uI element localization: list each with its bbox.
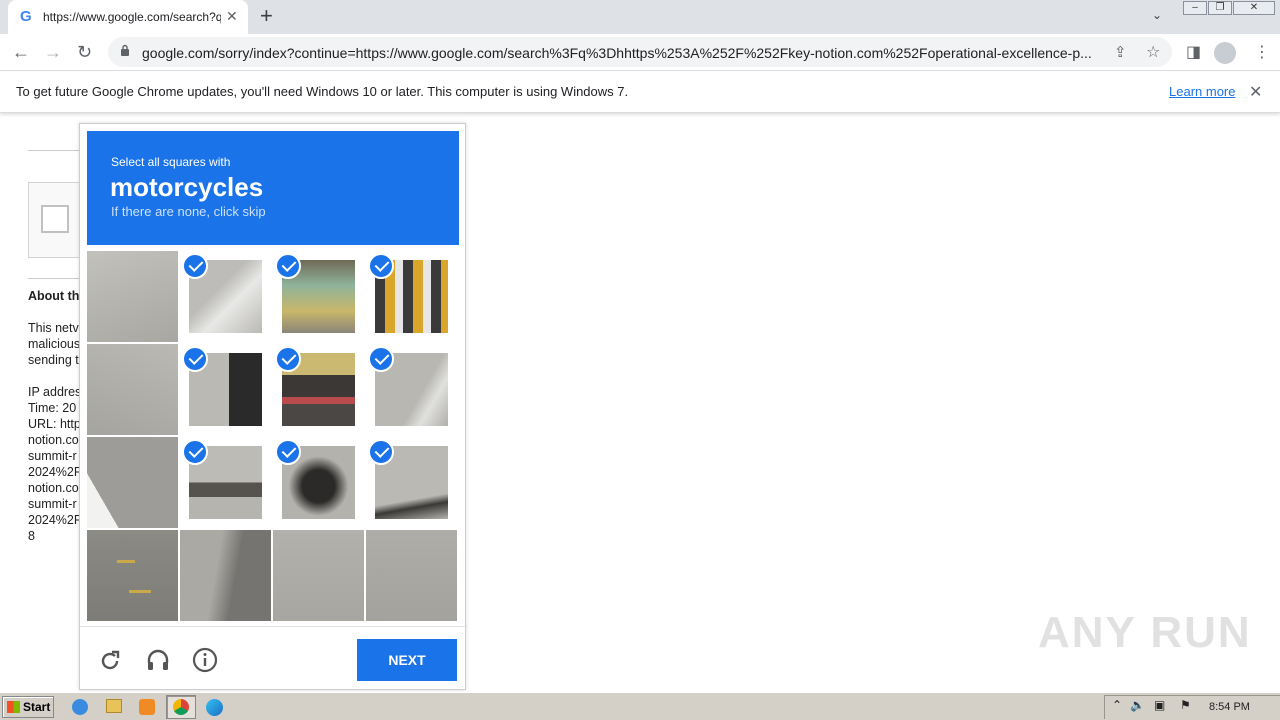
lock-icon	[121, 44, 129, 56]
network-icon[interactable]: ▣	[1154, 698, 1165, 712]
page-text-line: Time: 20	[28, 401, 77, 415]
file-explorer-icon[interactable]	[106, 699, 122, 713]
update-infobar: To get future Google Chrome updates, you…	[0, 72, 1280, 113]
internet-explorer-icon[interactable]	[72, 699, 88, 715]
anyrun-watermark: ANY RUN	[1038, 608, 1252, 657]
start-label: Start	[23, 700, 51, 714]
grid-tile-10[interactable]	[180, 437, 271, 528]
chrome-icon	[173, 699, 189, 715]
tray-expand-icon[interactable]: ⌃	[1112, 698, 1122, 712]
selected-check-icon	[368, 253, 394, 279]
grid-tile-4[interactable]	[366, 251, 457, 342]
info-icon[interactable]	[192, 647, 218, 673]
url-text: google.com/sorry/index?continue=https://…	[142, 45, 1092, 61]
restore-button[interactable]: ❐	[1208, 1, 1232, 15]
selected-check-icon	[275, 439, 301, 465]
windows-flag-icon	[7, 701, 20, 713]
chrome-taskbar-button[interactable]	[166, 695, 196, 719]
selected-check-icon	[275, 253, 301, 279]
page-text-line: sending t	[28, 353, 79, 367]
page-text-line: IP addres	[28, 385, 82, 399]
page-text-line: 2024%2F	[28, 465, 82, 479]
grid-tile-16[interactable]	[366, 530, 457, 621]
page-text-line: notion.co	[28, 481, 79, 495]
grid-tile-7[interactable]	[273, 344, 364, 435]
challenge-instruction: Select all squares with	[111, 155, 231, 169]
window-close-button[interactable]: ✕	[1233, 1, 1275, 15]
page-text-line: This netv	[28, 321, 79, 335]
page-text-line: 2024%2F	[28, 513, 82, 527]
recaptcha-checkbox[interactable]	[41, 205, 69, 233]
start-button[interactable]: Start	[2, 696, 54, 718]
page-text-line: notion.co	[28, 433, 79, 447]
selected-check-icon	[368, 439, 394, 465]
minimize-button[interactable]: –	[1183, 1, 1207, 15]
grid-tile-13[interactable]	[87, 530, 178, 621]
browser-tab[interactable]: G https://www.google.com/search?q= ✕	[8, 0, 248, 34]
side-panel-icon[interactable]: ◨	[1186, 42, 1201, 62]
page-text-line: URL: http	[28, 417, 81, 431]
recaptcha-challenge: Select all squares with motorcycles If t…	[79, 123, 467, 690]
challenge-grid	[87, 251, 459, 623]
challenge-hint: If there are none, click skip	[111, 204, 266, 219]
selected-check-icon	[182, 439, 208, 465]
grid-tile-8[interactable]	[366, 344, 457, 435]
browser-toolbar: ← → ↻ google.com/sorry/index?continue=ht…	[0, 34, 1280, 71]
profile-avatar[interactable]	[1214, 42, 1236, 64]
grid-tile-9[interactable]	[87, 437, 178, 528]
challenge-footer: NEXT	[80, 626, 467, 690]
google-favicon-icon: G	[20, 8, 32, 25]
tab-title: https://www.google.com/search?q=	[43, 10, 221, 24]
reload-icon[interactable]: ↻	[77, 42, 92, 62]
challenge-target: motorcycles	[110, 172, 264, 202]
forward-arrow-icon[interactable]: →	[44, 42, 62, 62]
grid-tile-1[interactable]	[87, 251, 178, 342]
challenge-header: Select all squares with motorcycles If t…	[87, 131, 459, 245]
grid-tile-12[interactable]	[366, 437, 457, 528]
windows-taskbar: Start ⌃ 🔈 ▣ ⚑ 8:54 PM	[0, 692, 1280, 720]
back-arrow-icon[interactable]: ←	[12, 42, 30, 62]
page-text-line: summit-r	[28, 497, 77, 511]
bookmark-star-icon[interactable]: ☆	[1146, 42, 1160, 62]
grid-tile-2[interactable]	[180, 251, 271, 342]
grid-tile-3[interactable]	[273, 251, 364, 342]
edge-icon[interactable]	[206, 699, 223, 716]
tab-close-icon[interactable]: ✕	[226, 8, 238, 25]
infobar-message: To get future Google Chrome updates, you…	[16, 84, 629, 99]
page-text-line: 8	[28, 529, 35, 543]
page-text-line: malicious	[28, 337, 81, 351]
learn-more-link[interactable]: Learn more	[1169, 84, 1235, 99]
menu-kebab-icon[interactable]: ⋮	[1254, 42, 1270, 62]
grid-tile-14[interactable]	[180, 530, 271, 621]
selected-check-icon	[182, 253, 208, 279]
new-tab-button[interactable]: +	[260, 4, 273, 28]
reload-challenge-icon[interactable]	[98, 649, 122, 673]
selected-check-icon	[275, 346, 301, 372]
selected-check-icon	[182, 346, 208, 372]
share-icon[interactable]: ⇪	[1114, 43, 1127, 61]
selected-check-icon	[368, 346, 394, 372]
about-heading: About th	[28, 289, 80, 303]
media-player-icon[interactable]	[139, 699, 155, 715]
grid-tile-6[interactable]	[180, 344, 271, 435]
grid-tile-5[interactable]	[87, 344, 178, 435]
audio-challenge-icon[interactable]	[145, 647, 171, 673]
next-button[interactable]: NEXT	[357, 639, 457, 681]
page-text-line: summit-r	[28, 449, 77, 463]
volume-icon[interactable]: 🔈	[1130, 698, 1145, 712]
grid-tile-11[interactable]	[273, 437, 364, 528]
grid-tile-15[interactable]	[273, 530, 364, 621]
tab-strip: G https://www.google.com/search?q= ✕ + ⌄…	[0, 0, 1280, 34]
clock[interactable]: 8:54 PM	[1209, 701, 1250, 713]
address-bar[interactable]: google.com/sorry/index?continue=https://…	[108, 37, 1172, 67]
infobar-close-icon[interactable]: ✕	[1249, 82, 1262, 102]
tab-search-chevron-icon[interactable]: ⌄	[1152, 8, 1162, 22]
action-center-flag-icon[interactable]: ⚑	[1180, 698, 1191, 712]
